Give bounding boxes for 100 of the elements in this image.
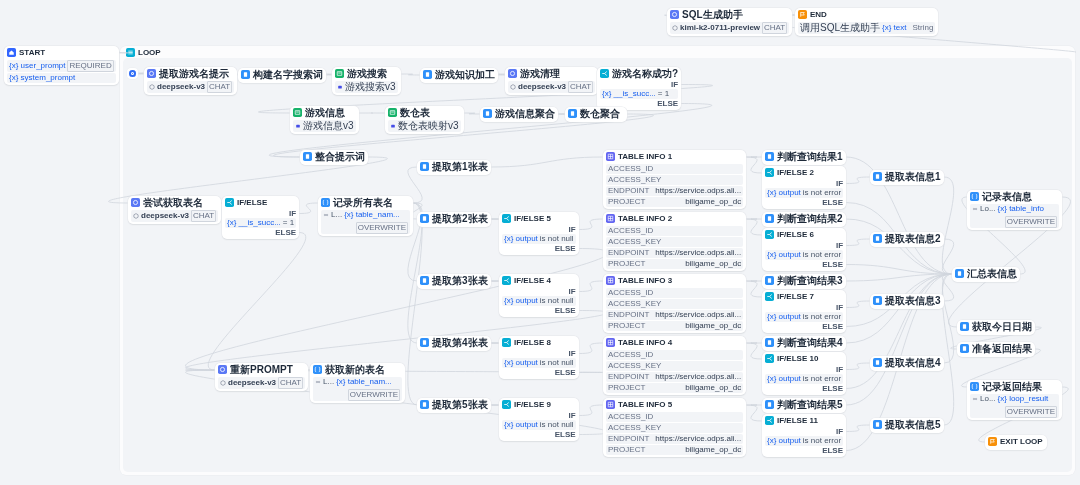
parameter-key: ENDPOINT xyxy=(608,310,650,320)
workflow-node[interactable]: 数仓聚合 xyxy=(565,107,627,122)
branch-label: IF xyxy=(671,80,679,89)
workflow-node[interactable]: TABLE INFO 5 ACCESS_ID ACCESS_KEY ENDPOINT https://service.odps.ali... PROJECT biligame_op_dc xyxy=(603,398,747,457)
workflow-node[interactable]: SQL生成助手 kimi-k2-0711-preview CHAT xyxy=(667,8,793,36)
workflow-node[interactable]: 提取表信息3 xyxy=(870,294,944,309)
type-label: String xyxy=(911,23,934,33)
parameter-key: ACCESS_KEY xyxy=(608,175,662,185)
workflow-node[interactable]: 提取第5张表 xyxy=(417,398,491,413)
workflow-node[interactable]: 重新PROMPT deepseek-v3 CHAT xyxy=(215,363,309,391)
workflow-node[interactable]: IF/ELSE 5 IF {x} output is not null ELSE xyxy=(499,212,579,255)
branch-icon xyxy=(765,168,774,177)
workflow-node[interactable]: 判断查询结果1 xyxy=(762,150,846,165)
grid-icon xyxy=(606,338,615,347)
workflow-node[interactable]: 尝试获取表名 deepseek-v3 CHAT xyxy=(128,196,222,224)
workflow-node[interactable]: TABLE INFO 4 ACCESS_ID ACCESS_KEY ENDPOINT https://service.odps.ali... PROJECT biligame_op_dc xyxy=(603,336,747,395)
branch-label: ELSE xyxy=(554,244,576,253)
condition-variable: {x} output xyxy=(767,312,801,322)
ring-icon xyxy=(147,69,156,78)
branch-label: IF xyxy=(289,209,297,218)
workflow-node[interactable]: 游戏信息聚合 xyxy=(480,107,558,122)
workflow-node[interactable]: 游戏搜索 游戏搜索v3 xyxy=(332,67,401,95)
condition-variable: {x} output xyxy=(767,250,801,260)
workflow-node[interactable]: 获取今日日期 xyxy=(957,320,1035,335)
branch-icon xyxy=(765,230,774,239)
condition-operator: is not null xyxy=(539,296,574,306)
branch-label: ELSE xyxy=(822,198,844,207)
loop-title: LOOP xyxy=(138,47,161,57)
workflow-node[interactable]: 准备返回结果 xyxy=(957,342,1035,357)
workflow-node[interactable]: 提取第2张表 xyxy=(417,212,491,227)
condition-variable: {x} __is_succ... xyxy=(602,89,656,99)
workflow-node[interactable]: IF/ELSE 9 IF {x} output is not null ELSE xyxy=(499,398,579,441)
workflow-node[interactable]: 构建名字搜索词 xyxy=(238,68,326,83)
branch-label: IF xyxy=(835,365,844,374)
parameter-value: https://service.odps.ali... xyxy=(655,248,742,258)
node-title: 提取第5张表 xyxy=(432,398,488,411)
workflow-node[interactable]: 判断查询结果4 xyxy=(762,336,846,351)
document-icon xyxy=(420,400,429,409)
grid-icon xyxy=(606,152,615,161)
workflow-node[interactable]: START {x} user_prompt REQUIRED {x} system_prompt xyxy=(4,46,119,85)
node-title: IF/ELSE 4 xyxy=(514,274,551,287)
parameter-value: biligame_op_dc xyxy=(685,321,742,331)
workflow-node[interactable]: 游戏信息 游戏信息v3 xyxy=(290,106,359,134)
branch-label: IF xyxy=(568,225,576,234)
workflow-node[interactable]: 游戏知识加工 xyxy=(420,68,498,83)
workflow-node[interactable]: 记录所有表名 L... {x} table_nam... OVERWRITE xyxy=(318,196,413,236)
book-icon xyxy=(293,108,302,117)
node-title: 游戏搜索 xyxy=(347,67,387,80)
workflow-node[interactable]: 提取表信息2 xyxy=(870,232,944,247)
condition-operator: = 1 xyxy=(282,218,295,228)
parameter-key: ACCESS_ID xyxy=(608,350,654,360)
workflow-node[interactable]: 整合提示词 xyxy=(300,150,368,165)
branch-icon xyxy=(765,354,774,363)
workflow-node[interactable]: 提取表信息5 xyxy=(870,418,944,433)
workflow-node[interactable]: 提取第3张表 xyxy=(417,274,491,289)
workflow-node[interactable]: EXIT LOOP xyxy=(985,435,1047,450)
workflow-node[interactable]: IF/ELSE 8 IF {x} output is not null ELSE xyxy=(499,336,579,379)
branch-label: ELSE xyxy=(822,384,844,393)
workflow-node[interactable]: TABLE INFO 2 ACCESS_ID ACCESS_KEY ENDPOINT https://service.odps.ali... PROJECT biligame_op_dc xyxy=(603,212,747,271)
workflow-node[interactable]: END 调用SQL生成助手 {x} text String xyxy=(795,8,939,36)
workflow-node[interactable]: 游戏清理 deepseek-v3 CHAT xyxy=(505,67,599,95)
workflow-node[interactable]: 提取表信息1 xyxy=(870,170,944,185)
workflow-node[interactable]: 判断查询结果5 xyxy=(762,398,846,413)
workflow-node[interactable]: 数仓表 数仓表映射v3 xyxy=(385,106,464,134)
branch-label: ELSE xyxy=(554,430,576,439)
workflow-node[interactable]: 提取表信息4 xyxy=(870,356,944,371)
workflow-node[interactable]: 汇总表信息 xyxy=(952,267,1020,282)
workflow-node[interactable]: 获取新的表名 L... {x} table_nam... OVERWRITE xyxy=(310,363,405,403)
workflow-node[interactable]: 记录表信息 Lo... {x} table_info OVERWRITE xyxy=(967,190,1062,230)
workflow-node[interactable]: 提取游戏名提示 deepseek-v3 CHAT xyxy=(144,67,238,95)
workflow-node[interactable]: 提取第1张表 xyxy=(417,160,491,175)
workflow-node[interactable]: TABLE INFO 1 ACCESS_ID ACCESS_KEY ENDPOINT https://service.odps.ali... PROJECT biligame_op_dc xyxy=(603,150,747,209)
document-icon xyxy=(420,162,429,171)
workflow-node[interactable]: IF/ELSE 4 IF {x} output is not null ELSE xyxy=(499,274,579,317)
parameter-key: PROJECT xyxy=(608,197,646,207)
workflow-node[interactable]: 记录返回结果 Lo... {x} loop_result OVERWRITE xyxy=(967,380,1062,420)
node-title: 构建名字搜索词 xyxy=(253,68,323,81)
workflow-node[interactable]: 判断查询结果2 xyxy=(762,212,846,227)
workflow-node[interactable]: 判断查询结果3 xyxy=(762,274,846,289)
workflow-node[interactable]: IF/ELSE IF {x} __is_succ... = 1 ELSE xyxy=(222,196,300,239)
mode-tag: OVERWRITE xyxy=(347,389,400,401)
workflow-node[interactable]: IF/ELSE 11 IF {x} output is not error ELSE xyxy=(762,414,847,457)
dataset-name: 游戏搜索v3 xyxy=(345,81,396,93)
workflow-node[interactable]: TABLE INFO 3 ACCESS_ID ACCESS_KEY ENDPOINT https://service.odps.ali... PROJECT biligame_op_dc xyxy=(603,274,747,333)
grid-icon xyxy=(606,276,615,285)
node-title: 数仓聚合 xyxy=(580,107,620,120)
branch-label: IF xyxy=(835,179,844,188)
document-icon xyxy=(873,420,882,429)
node-title: IF/ELSE 6 xyxy=(777,228,814,241)
model-name: deepseek-v3 xyxy=(157,82,206,92)
workflow-node[interactable]: IF/ELSE 6 IF {x} output is not error ELSE xyxy=(762,228,847,271)
branch-icon xyxy=(502,400,511,409)
document-icon xyxy=(303,152,312,161)
node-title: TABLE INFO 3 xyxy=(618,274,673,287)
parameter-key: PROJECT xyxy=(608,321,646,331)
workflow-node[interactable]: IF/ELSE 10 IF {x} output is not error ELSE xyxy=(762,352,847,395)
node-title: 整合提示词 xyxy=(315,150,365,163)
workflow-node[interactable]: IF/ELSE 7 IF {x} output is not error ELSE xyxy=(762,290,847,333)
workflow-node[interactable]: 提取第4张表 xyxy=(417,336,491,351)
workflow-node[interactable]: IF/ELSE 2 IF {x} output is not error ELSE xyxy=(762,166,847,209)
